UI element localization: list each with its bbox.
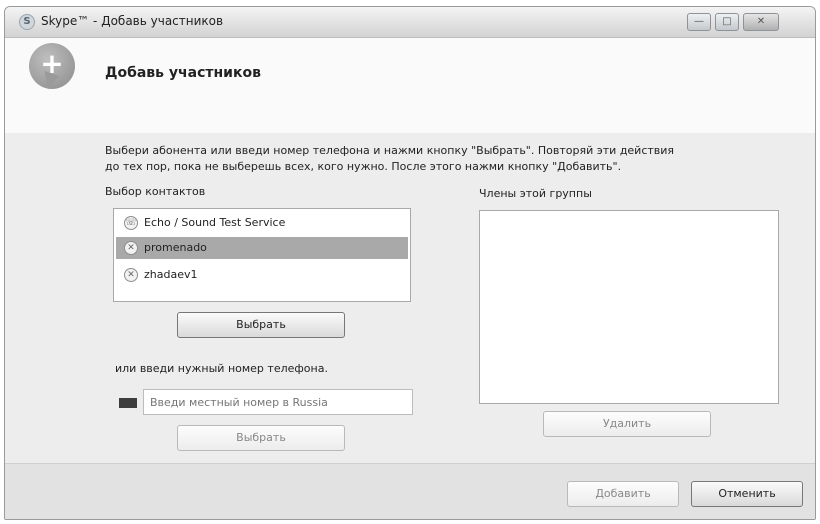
group-members-list[interactable] xyxy=(479,210,779,404)
instructions-line-1: Выбери абонента или введи номер телефона… xyxy=(105,144,675,157)
contact-item-zhadaev1[interactable]: ✕ zhadaev1 xyxy=(116,264,408,286)
minimize-button[interactable]: — xyxy=(687,13,711,31)
close-icon: ✕ xyxy=(756,16,766,27)
close-button[interactable]: ✕ xyxy=(743,13,779,31)
contacts-list[interactable]: ☏ Echo / Sound Test Service ✕ promenado … xyxy=(113,208,411,302)
window-title: Skype™ - Добавь участников xyxy=(41,14,224,28)
members-label: Члены этой группы xyxy=(479,187,592,200)
select-contact-button[interactable]: Выбрать xyxy=(177,312,345,338)
contact-icon: ✕ xyxy=(124,268,138,282)
instructions-text: Выбери абонента или введи номер телефона… xyxy=(105,143,795,175)
cancel-button[interactable]: Отменить xyxy=(691,481,803,507)
page-title: Добавь участников xyxy=(105,65,261,81)
delete-member-button[interactable]: Удалить xyxy=(543,411,711,437)
minimize-icon: — xyxy=(694,16,704,27)
contacts-label: Выбор контактов xyxy=(105,185,206,198)
contact-icon: ✕ xyxy=(124,241,138,255)
phone-label: или введи нужный номер телефона. xyxy=(115,362,328,375)
maximize-button[interactable]: □ xyxy=(715,13,739,31)
contact-name: zhadaev1 xyxy=(144,268,198,281)
contact-name: promenado xyxy=(144,241,207,254)
maximize-icon: □ xyxy=(722,16,732,27)
add-button[interactable]: Добавить xyxy=(567,481,679,507)
select-phone-button[interactable]: Выбрать xyxy=(177,425,345,451)
skype-icon: S xyxy=(19,14,35,30)
instructions-line-2: до тех пор, пока не выберешь всех, кого … xyxy=(105,160,622,173)
contact-item-echo[interactable]: ☏ Echo / Sound Test Service xyxy=(116,212,408,234)
skype-add-participants-window: S Skype™ - Добавь участников — □ ✕ + Доб… xyxy=(4,6,816,520)
dialog-header xyxy=(5,38,815,133)
echo-icon: ☏ xyxy=(124,216,138,230)
contact-item-promenado[interactable]: ✕ promenado xyxy=(116,237,408,259)
phone-number-input[interactable] xyxy=(143,389,413,415)
contact-name: Echo / Sound Test Service xyxy=(144,216,286,229)
title-bar[interactable]: S Skype™ - Добавь участников — □ ✕ xyxy=(5,7,815,38)
country-flag-icon[interactable] xyxy=(119,398,137,408)
